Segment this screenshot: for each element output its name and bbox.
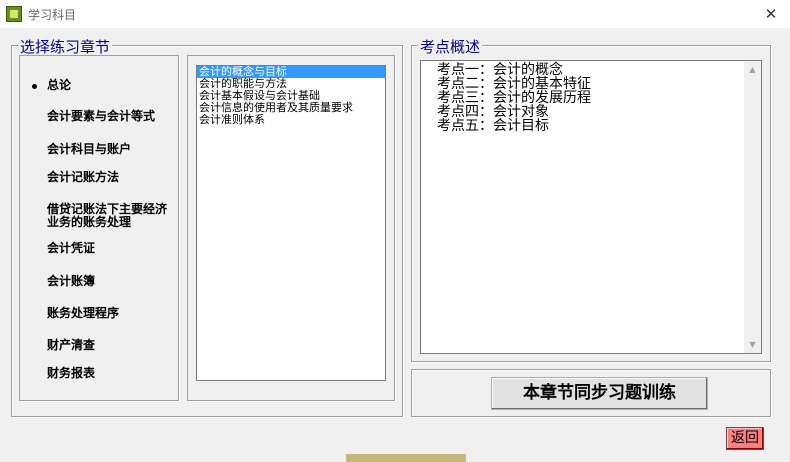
points-textarea[interactable]: 考点一：会计的概念 考点二：会计的基本特征 考点三：会计的发展历程 考点四：会计对象考…	[420, 60, 762, 354]
points-group-legend: 考点概述	[418, 36, 483, 57]
chapter-radio-8[interactable]: 账务处理程序	[29, 307, 177, 320]
chapter-radio-2[interactable]: 会计要素与会计等式	[29, 110, 177, 123]
radio-button-icon[interactable]	[29, 277, 40, 288]
point-line: 考点四：会计对象	[437, 104, 549, 120]
radio-button-icon[interactable]	[29, 244, 40, 255]
app-icon	[6, 6, 22, 22]
chapter-radio-5[interactable]: 借贷记账法下主要经济业务的账务处理	[29, 203, 177, 229]
chapter-radio-label: 会计凭证	[47, 241, 96, 255]
point-line: 考点一：会计的概念	[437, 62, 563, 78]
background-strip	[346, 454, 466, 462]
point-line: 考点五：会计目标	[437, 118, 549, 134]
radio-button-icon[interactable]	[29, 369, 40, 380]
back-button[interactable]: 返回	[726, 427, 764, 450]
chapter-radio-label: 会计记账方法	[47, 170, 120, 184]
chapter-radio-3[interactable]: 会计科目与账户	[29, 143, 177, 156]
sync-practice-button[interactable]: 本章节同步习题训练	[491, 377, 708, 410]
chapter-group-legend: 选择练习章节	[18, 36, 113, 57]
chapter-radio-6[interactable]: 会计凭证	[29, 242, 177, 255]
point-line: 考点二：会计的基本特征	[437, 76, 591, 92]
radio-button-icon[interactable]	[29, 112, 40, 123]
section-list-item[interactable]: 会计准则体系	[197, 114, 385, 126]
radio-button-icon[interactable]	[29, 81, 40, 92]
section-listbox[interactable]: 会计的概念与目标 会计的职能与方法 会计基本假设与会计基础 会计信息的使用者及其质量要…	[196, 65, 386, 381]
chapter-radio-label: 总论	[47, 78, 72, 92]
points-scrollbar[interactable]: ▲ ▼	[744, 61, 761, 353]
radio-button-icon[interactable]	[29, 145, 40, 156]
chapter-radio-1[interactable]: 总论	[29, 79, 177, 92]
chapter-radio-7[interactable]: 会计账簿	[29, 275, 177, 288]
title-bar: 学习科目 ✕	[0, 0, 790, 28]
chapter-radio-label: 财务报表	[47, 366, 96, 380]
chapter-radio-10[interactable]: 财务报表	[29, 367, 177, 380]
radio-button-icon[interactable]	[29, 173, 40, 184]
radio-button-icon[interactable]	[29, 309, 40, 320]
points-text: 考点一：会计的概念 考点二：会计的基本特征 考点三：会计的发展历程 考点四：会计对象考…	[437, 63, 591, 133]
chapter-radio-label: 账务处理程序	[47, 306, 120, 320]
chapter-radio-label: 财产清查	[47, 338, 96, 352]
scroll-up-icon[interactable]: ▲	[744, 61, 761, 78]
point-line: 考点三：会计的发展历程	[437, 90, 591, 106]
window-title: 学习科目	[28, 8, 77, 22]
chapter-radio-label: 会计科目与账户	[47, 142, 132, 156]
chapter-radio-4[interactable]: 会计记账方法	[29, 171, 177, 184]
chapter-radio-label: 会计账簿	[47, 274, 96, 288]
chapter-radio-label: 会计要素与会计等式	[47, 109, 156, 123]
radio-button-icon[interactable]	[29, 205, 40, 216]
close-icon: ✕	[764, 5, 778, 23]
chapter-radio-label: 借贷记账法下主要经济业务的账务处理	[47, 202, 168, 229]
scroll-down-icon[interactable]: ▼	[744, 336, 761, 353]
chapter-radio-9[interactable]: 财产清查	[29, 339, 177, 352]
close-button[interactable]: ✕	[760, 4, 782, 24]
radio-button-icon[interactable]	[29, 341, 40, 352]
